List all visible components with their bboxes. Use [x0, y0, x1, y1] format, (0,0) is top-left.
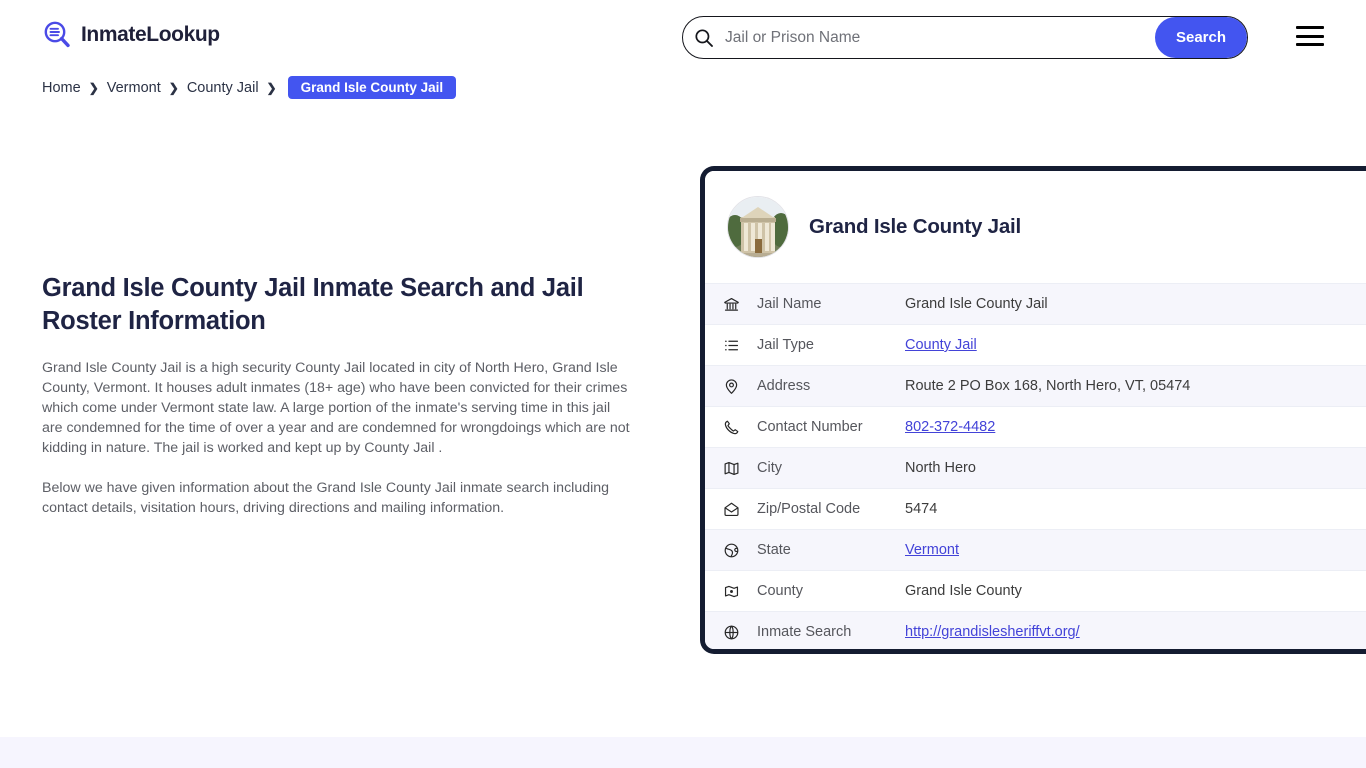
map-pin-icon	[723, 583, 757, 600]
table-row: Contact Number 802-372-4482	[705, 407, 1366, 448]
chevron-right-icon: ❯	[88, 80, 99, 95]
search-bar[interactable]: Search	[682, 16, 1248, 59]
search-icon	[683, 17, 725, 58]
card-header: Grand Isle County Jail	[705, 171, 1366, 283]
footer-band	[0, 737, 1366, 768]
row-value: Route 2 PO Box 168, North Hero, VT, 0547…	[905, 378, 1191, 394]
brand-name: InmateLookup	[81, 23, 220, 46]
hamburger-bar	[1296, 34, 1324, 38]
row-value: 5474	[905, 501, 938, 517]
chevron-right-icon: ❯	[266, 80, 277, 95]
search-button[interactable]: Search	[1155, 17, 1247, 58]
row-value: North Hero	[905, 460, 976, 476]
row-label: Jail Type	[757, 337, 814, 353]
row-label: Jail Name	[757, 296, 822, 312]
table-row: County Grand Isle County	[705, 571, 1366, 612]
list-icon	[723, 337, 757, 354]
courthouse-photo	[727, 196, 789, 258]
jail-info-card: Grand Isle County Jail Jail Name Grand I…	[700, 166, 1366, 654]
breadcrumb-current-badge: Grand Isle County Jail	[287, 76, 457, 99]
hamburger-bar	[1296, 26, 1324, 29]
secondary-paragraph: Below we have given information about th…	[42, 480, 610, 517]
row-label: Zip/Postal Code	[757, 501, 861, 517]
table-row: Inmate Search http://grandislesheriffvt.…	[705, 612, 1366, 649]
jail-detail-table: Jail Name Grand Isle County Jail Jail Ty…	[705, 283, 1366, 649]
row-label: Inmate Search	[757, 624, 852, 640]
chevron-right-icon: ❯	[168, 80, 179, 95]
site-header: InmateLookup Search	[0, 0, 1366, 72]
row-label: County	[757, 583, 803, 599]
article-column: Grand Isle County Jail Inmate Search and…	[42, 272, 634, 518]
page-title: Grand Isle County Jail Inmate Search and…	[42, 274, 584, 335]
search-input[interactable]	[725, 17, 1155, 58]
row-value-link[interactable]: 802-372-4482	[905, 419, 995, 435]
row-value: Grand Isle County	[905, 583, 1022, 599]
phone-icon	[723, 419, 757, 436]
breadcrumb-item-vermont[interactable]: Vermont	[107, 80, 161, 96]
hamburger-bar	[1296, 43, 1324, 46]
hamburger-menu-icon[interactable]	[1296, 26, 1324, 46]
row-label: Contact Number	[757, 419, 863, 435]
breadcrumb: Home ❯ Vermont ❯ County Jail ❯ Grand Isl…	[42, 76, 457, 99]
table-row: Jail Name Grand Isle County Jail	[705, 284, 1366, 325]
row-label: Address	[757, 378, 811, 394]
card-title: Grand Isle County Jail	[809, 215, 1022, 238]
magnifier-list-icon	[42, 20, 72, 50]
breadcrumb-item-home[interactable]: Home	[42, 80, 81, 96]
row-label: State	[757, 542, 791, 558]
table-row: State Vermont	[705, 530, 1366, 571]
envelope-icon	[723, 501, 757, 518]
bank-building-icon	[723, 296, 757, 313]
table-row: Jail Type County Jail	[705, 325, 1366, 366]
intro-paragraph: Grand Isle County Jail is a high securit…	[42, 360, 630, 457]
site-logo[interactable]: InmateLookup	[42, 20, 220, 50]
row-value-link[interactable]: County Jail	[905, 337, 977, 353]
map-icon	[723, 460, 757, 477]
web-globe-icon	[723, 624, 757, 641]
breadcrumb-item-county-jail[interactable]: County Jail	[187, 80, 259, 96]
table-row: Zip/Postal Code 5474	[705, 489, 1366, 530]
table-row: City North Hero	[705, 448, 1366, 489]
row-value-link[interactable]: http://grandislesheriffvt.org/	[905, 624, 1080, 640]
row-label: City	[757, 460, 782, 476]
row-value-link[interactable]: Vermont	[905, 542, 959, 558]
table-row: Address Route 2 PO Box 168, North Hero, …	[705, 366, 1366, 407]
location-pin-icon	[723, 378, 757, 395]
row-value: Grand Isle County Jail	[905, 296, 1048, 312]
globe-icon	[723, 542, 757, 559]
